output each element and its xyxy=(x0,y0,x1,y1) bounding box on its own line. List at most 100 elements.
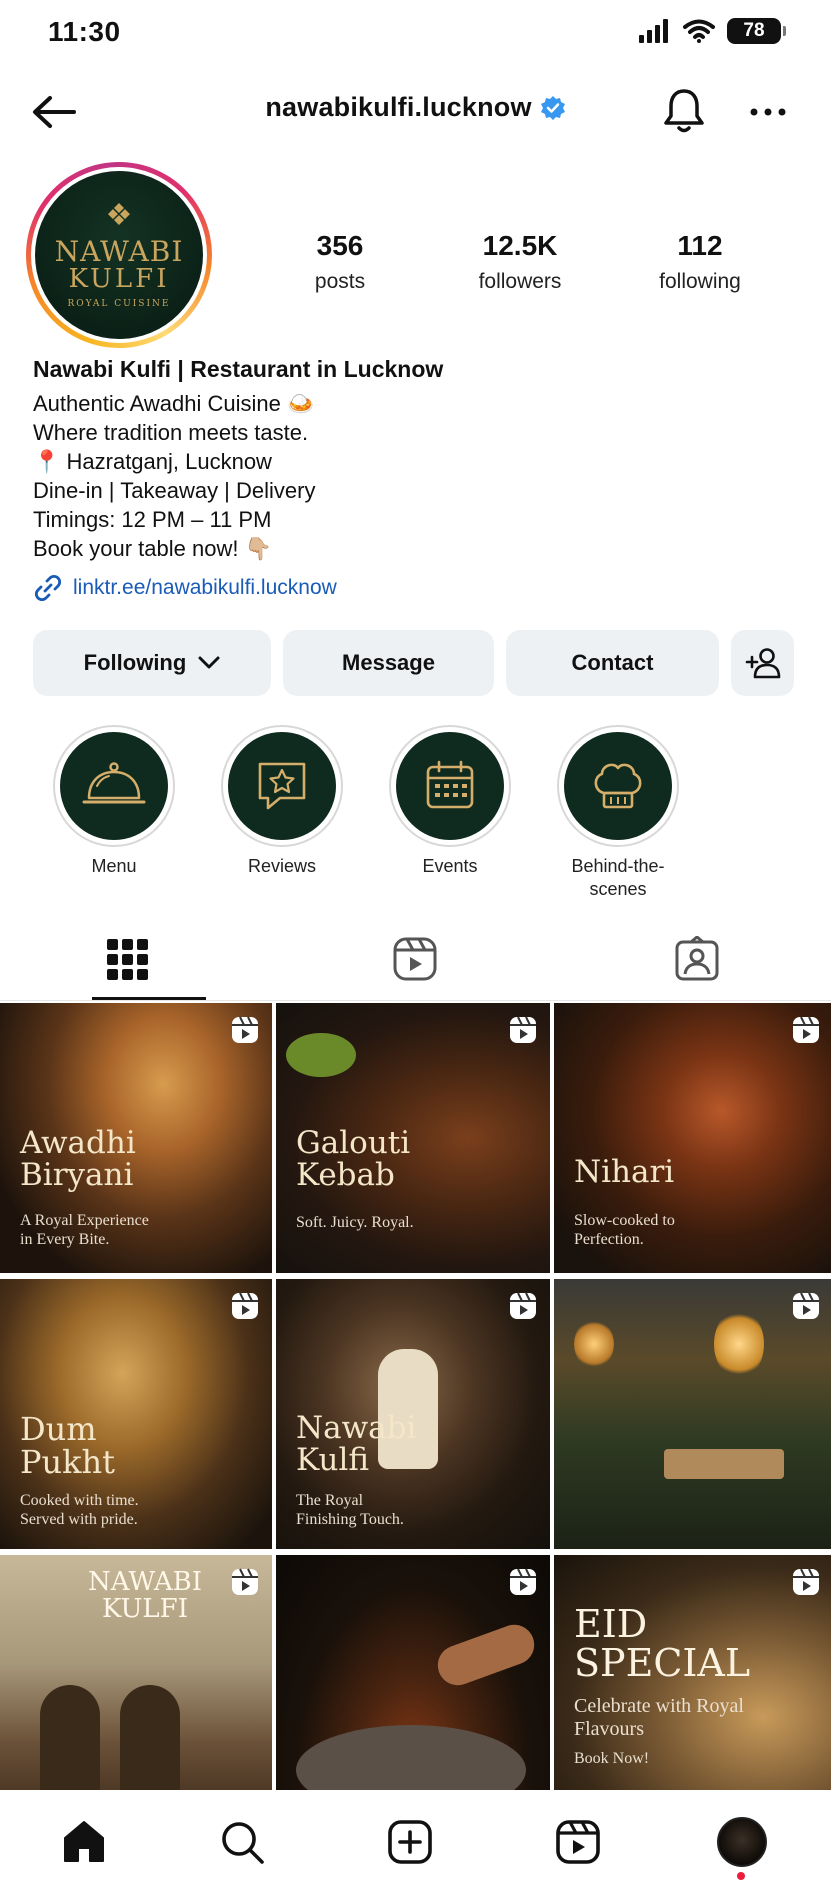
reel-icon xyxy=(793,1292,819,1319)
hand xyxy=(432,1619,540,1691)
following-button[interactable]: Following xyxy=(33,630,271,696)
chutney-bowl xyxy=(286,1033,356,1077)
nav-create[interactable] xyxy=(380,1812,440,1872)
add-person-icon xyxy=(745,648,780,679)
status-time: 11:30 xyxy=(48,16,121,47)
reel-icon xyxy=(793,1016,819,1043)
highlight-reviews[interactable]: Reviews xyxy=(198,725,366,901)
more-options-icon[interactable] xyxy=(746,94,790,130)
suggested-users-button[interactable] xyxy=(731,630,794,696)
search-icon xyxy=(222,1822,264,1864)
review-star-icon xyxy=(258,762,306,810)
highlight-label: Reviews xyxy=(247,856,317,876)
bio-line: Where tradition meets taste. xyxy=(33,420,309,445)
post-subtitle: Soft. Juicy. Royal. xyxy=(296,1214,414,1231)
profile-avatar: ❖ NAWABI KULFI ROYAL CUISINE xyxy=(35,171,203,339)
reel-icon xyxy=(232,1292,258,1319)
post-tile[interactable] xyxy=(276,1555,550,1825)
bell-icon[interactable] xyxy=(660,86,708,136)
profile-avatar-icon xyxy=(717,1817,767,1867)
post-title: EID SPECIAL xyxy=(574,1602,751,1685)
nav-search[interactable] xyxy=(212,1812,272,1872)
post-title: Nawabi Kulfi xyxy=(296,1410,417,1478)
chevron-down-icon xyxy=(198,656,220,669)
stat-followers[interactable]: 12.5K followers xyxy=(430,230,610,294)
stat-label: followers xyxy=(478,270,562,293)
stat-following[interactable]: 112 following xyxy=(610,230,790,294)
tab-tagged[interactable] xyxy=(640,918,754,1000)
stat-label: following xyxy=(659,270,741,293)
chef-hat-icon xyxy=(594,763,642,809)
stat-label: posts xyxy=(314,270,366,293)
status-icons: 78 xyxy=(639,18,786,44)
chandelier xyxy=(714,1309,764,1379)
highlight-menu[interactable]: Menu xyxy=(30,725,198,901)
profile-avatar-story-ring[interactable]: ❖ NAWABI KULFI ROYAL CUISINE xyxy=(26,162,212,348)
message-button[interactable]: Message xyxy=(283,630,494,696)
story-highlights: Menu Reviews Events Behind-the-scenes xyxy=(30,725,702,901)
home-icon xyxy=(64,1821,104,1862)
post-title: Galouti Kebab xyxy=(296,1125,411,1193)
post-tile[interactable]: Dum Pukht Cooked with time. Served with … xyxy=(0,1279,272,1549)
profile-bio: Nawabi Kulfi | Restaurant in Lucknow Aut… xyxy=(33,356,803,603)
stat-value: 356 xyxy=(316,230,364,261)
bio-link[interactable]: linktr.ee/nawabikulfi.lucknow xyxy=(33,573,803,603)
notification-dot xyxy=(737,1872,745,1880)
stat-value: 12.5K xyxy=(482,230,558,261)
highlight-label: Menu xyxy=(91,856,137,876)
bio-line: Authentic Awadhi Cuisine 🍛 xyxy=(33,391,315,416)
post-title: Dum Pukht xyxy=(20,1410,115,1481)
logo-subtitle: ROYAL CUISINE xyxy=(67,299,171,310)
post-subtitle: A Royal Experience in Every Bite. xyxy=(20,1212,149,1248)
create-icon xyxy=(388,1820,432,1864)
tabs-divider xyxy=(0,1000,831,1001)
username: nawabikulfi.lucknow xyxy=(265,92,532,122)
display-name: Nawabi Kulfi | Restaurant in Lucknow xyxy=(33,356,444,382)
post-subtitle: Slow-cooked to Perfection. xyxy=(574,1212,675,1248)
link-icon xyxy=(34,574,62,602)
chandelier xyxy=(574,1319,614,1369)
tagged-icon xyxy=(675,936,719,981)
highlight-label: Behind-the-scenes xyxy=(571,856,665,899)
post-title: Awadhi Biryani xyxy=(20,1125,136,1193)
grid-icon xyxy=(107,939,148,980)
battery-indicator: 78 xyxy=(727,18,786,44)
post-tile[interactable]: Galouti Kebab Soft. Juicy. Royal. xyxy=(276,1003,550,1273)
post-tile[interactable]: Nihari Slow-cooked to Perfection. xyxy=(554,1003,831,1273)
post-subtitle: Celebrate with Royal Flavours xyxy=(574,1695,744,1740)
nav-home[interactable] xyxy=(54,1812,114,1872)
post-tile[interactable]: EID SPECIAL Celebrate with Royal Flavour… xyxy=(554,1555,831,1825)
contact-button[interactable]: Contact xyxy=(506,630,719,696)
highlight-behind-the-scenes[interactable]: Behind-the-scenes xyxy=(534,725,702,901)
nav-profile[interactable] xyxy=(712,1812,772,1872)
reels-icon xyxy=(556,1820,600,1864)
post-tile[interactable]: Awadhi Biryani A Royal Experience in Eve… xyxy=(0,1003,272,1273)
post-tile[interactable]: NAWABI KULFI xyxy=(0,1555,272,1825)
reel-icon xyxy=(232,1568,258,1595)
post-title: Nihari xyxy=(574,1154,675,1190)
profile-actions: Following Message Contact xyxy=(33,630,794,696)
bio-line: Timings: 12 PM – 11 PM xyxy=(33,507,272,532)
highlight-events[interactable]: Events xyxy=(366,725,534,901)
tab-grid[interactable] xyxy=(70,918,206,1000)
post-tile[interactable]: Nawabi Kulfi The Royal Finishing Touch. xyxy=(276,1279,550,1549)
calendar-icon xyxy=(426,760,474,809)
status-bar: 11:30 78 xyxy=(0,0,831,66)
post-subtitle: Cooked with time. Served with pride. xyxy=(20,1492,139,1528)
tab-reels[interactable] xyxy=(358,918,472,1000)
bio-line: Dine-in | Takeaway | Delivery xyxy=(33,478,316,503)
post-cta: Book Now! xyxy=(574,1750,650,1767)
logo-line1: NAWABI xyxy=(54,234,184,268)
nav-reels[interactable] xyxy=(548,1812,608,1872)
logo-emblem-icon: ❖ xyxy=(105,197,133,233)
posts-grid: Awadhi Biryani A Royal Experience in Eve… xyxy=(0,1003,831,1825)
reel-icon xyxy=(232,1016,258,1043)
post-tile[interactable] xyxy=(554,1279,831,1549)
bio-link-text[interactable]: linktr.ee/nawabikulfi.lucknow xyxy=(73,576,337,600)
stat-posts[interactable]: 356 posts xyxy=(250,230,430,294)
bottom-navigation xyxy=(0,1790,831,1893)
reel-icon xyxy=(793,1568,819,1595)
reels-icon xyxy=(393,937,437,981)
content-tabs xyxy=(0,918,831,1000)
wifi-icon xyxy=(683,19,715,43)
